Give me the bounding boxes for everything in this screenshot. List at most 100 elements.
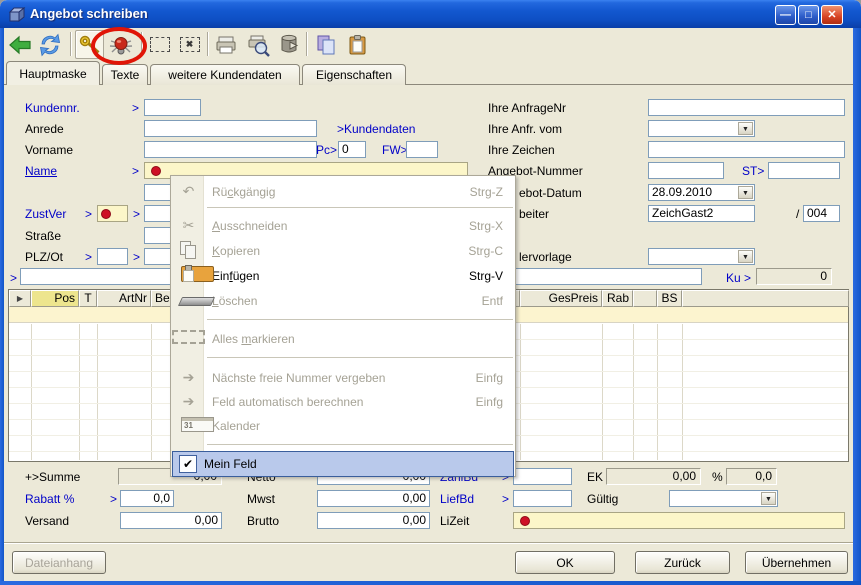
menu-item-kopieren[interactable]: KopierenStrg-C — [172, 238, 514, 263]
copy-documents-button[interactable] — [311, 30, 340, 59]
menu-item-rückgängig[interactable]: ↶RückgängigStrg-Z — [172, 179, 514, 204]
select-all-icon — [172, 330, 205, 347]
menu-item-kalender[interactable]: Kalender — [172, 413, 514, 438]
fw-input[interactable] — [406, 141, 438, 158]
database-icon — [277, 33, 301, 57]
grid-line — [151, 324, 152, 460]
pc-input[interactable]: 0 — [338, 141, 366, 158]
clipboard-button[interactable] — [343, 30, 372, 59]
versand-label: Versand — [25, 514, 69, 528]
menu-item-feld-automatisch-berechnen[interactable]: ➔Feld automatisch berechnenEinfg — [172, 389, 514, 414]
menu-item-löschen[interactable]: LöschenEntf — [172, 288, 514, 313]
angebot-datum-combo[interactable]: 28.09.2010 ▼ — [648, 184, 755, 201]
print-preview-button[interactable] — [243, 30, 272, 59]
refresh-button[interactable] — [35, 30, 64, 59]
liefbd-input[interactable] — [513, 490, 572, 507]
tab-hauptmaske[interactable]: Hauptmaske — [6, 61, 100, 85]
maximize-button[interactable]: □ — [798, 5, 819, 25]
column-header-Pos[interactable]: Pos — [31, 290, 79, 307]
kundendaten-link[interactable]: >Kundendaten — [337, 122, 415, 136]
rabatt-input[interactable]: 0,0 — [120, 490, 174, 507]
anrede-input[interactable] — [144, 120, 317, 137]
uebernehmen-button[interactable]: Übernehmen — [745, 551, 848, 574]
fw-label: FW> — [382, 143, 408, 157]
menu-item-nächste-freie-nummer-vergeben[interactable]: ➔Nächste freie Nummer vergebenEinfg — [172, 365, 514, 390]
bearbeiter-nr-input[interactable]: 004 — [803, 205, 840, 222]
tab-eigenschaften[interactable]: Eigenschaften — [302, 64, 406, 85]
menu-item-mein-feld[interactable]: ✔Mein Feld — [172, 451, 514, 477]
column-header-BS[interactable]: BS — [657, 290, 682, 307]
column-header-GesPreis[interactable]: GesPreis — [520, 290, 602, 307]
ok-button[interactable]: OK — [515, 551, 615, 574]
mandatory-dot — [520, 516, 530, 526]
column-header-Rab[interactable]: Rab — [602, 290, 633, 307]
toolbar-separator — [306, 32, 308, 56]
selection-box-icon — [150, 37, 170, 52]
grid-line — [633, 324, 634, 460]
grid-line — [657, 324, 658, 460]
grid-line — [520, 324, 521, 460]
copy-documents-icon — [314, 33, 338, 57]
menu-separator — [207, 357, 513, 358]
scissors-icon: ✂ — [172, 217, 205, 234]
menu-separator — [207, 319, 513, 320]
zeichen-input[interactable] — [648, 141, 845, 158]
plz-input[interactable] — [97, 248, 128, 265]
anfrvom-combo[interactable]: ▼ — [648, 120, 755, 137]
grid-line — [97, 324, 98, 460]
ku-label: Ku > — [726, 271, 751, 285]
st-input[interactable] — [768, 162, 840, 179]
zustver-marker2: > — [133, 207, 140, 221]
back-button[interactable] — [5, 30, 34, 59]
kundennr-input[interactable] — [144, 99, 201, 116]
annotation-red-circle — [91, 27, 147, 65]
anfragenr-input[interactable] — [648, 99, 845, 116]
titlebar[interactable]: Angebot schreiben — □ ✕ — [0, 0, 861, 28]
pct-label: % — [712, 470, 723, 484]
slash-label: / — [796, 207, 799, 221]
column-header-col9[interactable] — [682, 290, 849, 307]
bearbeiter-input[interactable]: ZeichGast2 — [648, 205, 755, 222]
column-header-▶[interactable]: ▶ — [9, 290, 31, 307]
zahlbd-input[interactable] — [513, 468, 572, 485]
vorname-input[interactable] — [144, 141, 317, 158]
pct-display: 0,0 — [726, 468, 777, 485]
vorname-label: Vorname — [25, 143, 73, 157]
angebotnummer-input[interactable] — [648, 162, 724, 179]
menu-item-alles-markieren[interactable]: Alles markieren — [172, 326, 514, 351]
chevron-down-icon[interactable]: ▼ — [738, 250, 753, 263]
column-header-ArtNr[interactable]: ArtNr — [97, 290, 151, 307]
versand-input[interactable]: 0,00 — [120, 512, 222, 529]
toolbar-separator — [207, 32, 209, 56]
menu-item-einfügen[interactable]: EinfügenStrg-V — [172, 263, 514, 288]
dateianhang-button[interactable]: Dateianhang — [12, 551, 106, 574]
lizeit-input[interactable] — [513, 512, 845, 529]
tab-texte[interactable]: Texte — [102, 64, 148, 85]
gueltig-combo[interactable]: ▼ — [669, 490, 778, 507]
brutto-field[interactable]: 0,00 — [317, 512, 430, 529]
menu-item-shortcut: Strg-C — [468, 244, 514, 258]
gueltig-label: Gültig — [587, 492, 618, 506]
name-label-link[interactable]: Name — [25, 164, 57, 178]
tab-weitere-kundendaten[interactable]: weitere Kundendaten — [150, 64, 300, 85]
print-button[interactable] — [211, 30, 240, 59]
anfragenr-label: Ihre AnfrageNr — [488, 101, 566, 115]
selection-button[interactable] — [145, 30, 174, 59]
mwst-field[interactable]: 0,00 — [317, 490, 430, 507]
zeichen-label: Ihre Zeichen — [488, 143, 555, 157]
delete-selection-button[interactable]: ✖ — [175, 30, 204, 59]
minimize-button[interactable]: — — [775, 5, 796, 25]
column-header-T[interactable]: T — [79, 290, 97, 307]
footer-divider — [4, 542, 853, 544]
kundennr-marker: > — [132, 101, 139, 115]
database-export-button[interactable] — [274, 30, 303, 59]
column-header-col7[interactable] — [633, 290, 657, 307]
chevron-down-icon[interactable]: ▼ — [738, 186, 753, 199]
copy-icon — [172, 241, 205, 260]
chevron-down-icon[interactable]: ▼ — [761, 492, 776, 505]
menu-item-ausschneiden[interactable]: ✂AusschneidenStrg-X — [172, 213, 514, 238]
zurueck-button[interactable]: Zurück — [635, 551, 730, 574]
close-button[interactable]: ✕ — [821, 5, 843, 25]
chevron-down-icon[interactable]: ▼ — [738, 122, 753, 135]
vorlage-combo[interactable]: ▼ — [648, 248, 755, 265]
